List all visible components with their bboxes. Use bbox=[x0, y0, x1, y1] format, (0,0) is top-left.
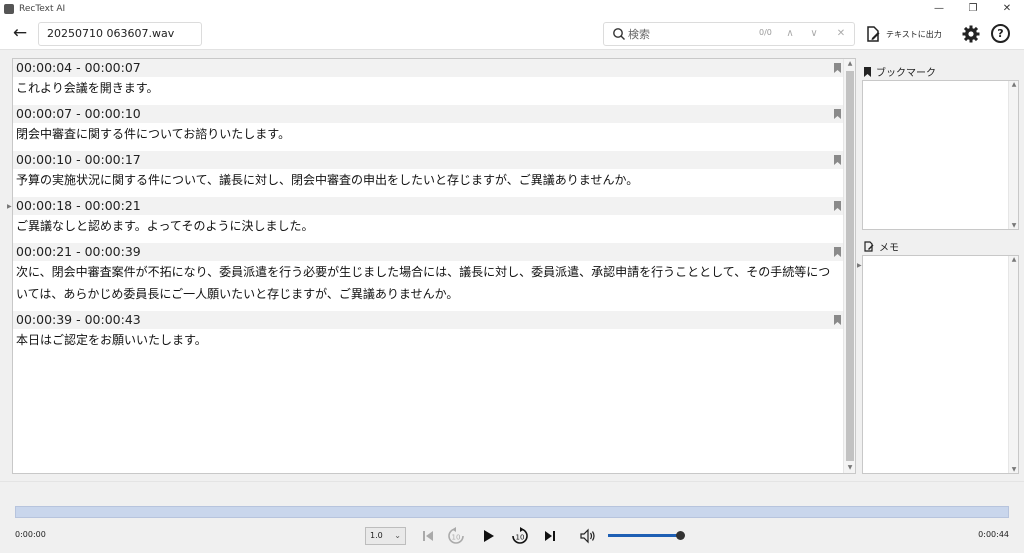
memo-row-marker-icon: ▶ bbox=[857, 262, 862, 269]
close-window-button[interactable]: ✕ bbox=[990, 0, 1024, 17]
window-controls: — ❐ ✕ bbox=[922, 0, 1024, 17]
segment-text[interactable]: これより会議を開きます。 bbox=[13, 77, 843, 99]
bookmark-list[interactable]: ▲ ▼ bbox=[862, 80, 1019, 230]
forward-10-icon[interactable]: 10 bbox=[510, 526, 530, 546]
playback-speed-value: 1.0 bbox=[370, 531, 383, 540]
bookmark-icon[interactable] bbox=[834, 247, 841, 257]
segment-text[interactable]: 本日はご認定をお願いいたします。 bbox=[13, 329, 843, 351]
skip-previous-icon[interactable] bbox=[418, 526, 438, 546]
app-logo-icon bbox=[4, 3, 14, 14]
segment-header: 00:00:18 - 00:00:21 bbox=[13, 197, 843, 215]
help-icon[interactable]: ? bbox=[991, 24, 1010, 43]
memo-panel-title: メモ bbox=[864, 239, 899, 254]
search-clear-button[interactable]: ✕ bbox=[833, 26, 849, 42]
search-prev-button[interactable]: ∧ bbox=[782, 26, 798, 42]
current-row-marker-icon: ▶ bbox=[7, 203, 12, 210]
segment-time: 00:00:18 - 00:00:21 bbox=[16, 198, 141, 213]
segment-header: 00:00:39 - 00:00:43 bbox=[13, 311, 843, 329]
minimize-button[interactable]: — bbox=[922, 0, 956, 17]
bookmark-scrollbar[interactable]: ▲ ▼ bbox=[1008, 81, 1018, 229]
memo-textarea[interactable]: ▲ ▼ bbox=[862, 255, 1019, 474]
scroll-up-arrow-icon[interactable]: ▲ bbox=[1009, 256, 1019, 263]
scroll-down-arrow-icon[interactable]: ▼ bbox=[844, 463, 855, 473]
transcript-scrollbar[interactable]: ▲ ▼ bbox=[843, 59, 855, 473]
bookmark-icon bbox=[864, 66, 871, 77]
audio-player: 0:00:00 0:00:44 1.0 ⌄ 10 10 bbox=[0, 481, 1024, 553]
segment-text[interactable]: 予算の実施状況に関する件について、議長に対し、閉会中審査の申出をしたいと存じます… bbox=[13, 169, 843, 191]
current-time: 0:00:00 bbox=[15, 530, 46, 539]
segment-header: 00:00:21 - 00:00:39 bbox=[13, 243, 843, 261]
bookmark-icon[interactable] bbox=[834, 63, 841, 73]
gear-icon[interactable] bbox=[962, 25, 980, 43]
scroll-down-arrow-icon[interactable]: ▼ bbox=[1009, 222, 1019, 229]
segment-text[interactable]: ご異議なしと認めます。よってそのように決しました。 bbox=[13, 215, 843, 237]
transcript-segment[interactable]: 00:00:04 - 00:00:07 これより会議を開きます。 bbox=[13, 59, 843, 99]
segment-time: 00:00:04 - 00:00:07 bbox=[16, 60, 141, 75]
restore-button[interactable]: ❐ bbox=[956, 0, 990, 17]
segment-time: 00:00:39 - 00:00:43 bbox=[16, 312, 141, 327]
scroll-up-arrow-icon[interactable]: ▲ bbox=[844, 59, 855, 69]
transcript-segment[interactable]: 00:00:18 - 00:00:21 ご異議なしと認めます。よってそのように決… bbox=[13, 197, 843, 237]
segment-header: 00:00:04 - 00:00:07 bbox=[13, 59, 843, 77]
skip-next-icon[interactable] bbox=[540, 526, 560, 546]
transcript-segment[interactable]: 00:00:10 - 00:00:17 予算の実施状況に関する件について、議長に… bbox=[13, 151, 843, 191]
segment-header: 00:00:10 - 00:00:17 bbox=[13, 151, 843, 169]
bookmark-icon[interactable] bbox=[834, 155, 841, 165]
segment-time: 00:00:10 - 00:00:17 bbox=[16, 152, 141, 167]
title-bar: RecText AI — ❐ ✕ bbox=[0, 0, 1024, 17]
transcript-segment[interactable]: 00:00:21 - 00:00:39 次に、閉会中審査案件が不拓になり、委員派… bbox=[13, 243, 843, 305]
segment-time: 00:00:07 - 00:00:10 bbox=[16, 106, 141, 121]
chevron-down-icon: ⌄ bbox=[394, 531, 401, 540]
scroll-down-arrow-icon[interactable]: ▼ bbox=[1009, 466, 1019, 473]
transcript-segment[interactable]: 00:00:39 - 00:00:43 本日はご認定をお願いいたします。 bbox=[13, 311, 843, 351]
play-icon[interactable] bbox=[478, 526, 498, 546]
memo-edit-icon bbox=[864, 241, 874, 252]
back-arrow-button[interactable]: ← bbox=[10, 23, 30, 43]
total-time: 0:00:44 bbox=[978, 530, 1009, 539]
bookmark-panel-label: ブックマーク bbox=[876, 68, 936, 79]
scroll-up-arrow-icon[interactable]: ▲ bbox=[1009, 81, 1019, 88]
search-match-count: 0/0 bbox=[759, 28, 772, 37]
transcript-segment[interactable]: 00:00:07 - 00:00:10 閉会中審査に関する件についてお諮りいたし… bbox=[13, 105, 843, 145]
memo-panel-label: メモ bbox=[879, 243, 899, 254]
search-next-button[interactable]: ∨ bbox=[806, 26, 822, 42]
segment-header: 00:00:07 - 00:00:10 bbox=[13, 105, 843, 123]
search-input[interactable] bbox=[628, 25, 748, 43]
toolbar: ← 20250710 063607.wav 0/0 ∧ ∨ ✕ テキストに出力 bbox=[0, 17, 1024, 50]
window-title: RecText AI bbox=[19, 3, 66, 14]
volume-icon[interactable] bbox=[578, 526, 598, 546]
memo-scrollbar[interactable]: ▲ ▼ bbox=[1008, 256, 1018, 473]
export-text-label: テキストに出力 bbox=[886, 29, 942, 39]
bookmark-icon[interactable] bbox=[834, 109, 841, 119]
bookmark-panel-title: ブックマーク bbox=[864, 64, 936, 79]
search-icon bbox=[613, 28, 625, 40]
volume-slider-handle[interactable] bbox=[676, 531, 685, 540]
segment-text[interactable]: 次に、閉会中審査案件が不拓になり、委員派遣を行う必要が生じました場合には、議長に… bbox=[13, 261, 843, 305]
scroll-thumb[interactable] bbox=[846, 71, 854, 461]
transcript-panel: 00:00:04 - 00:00:07 これより会議を開きます。 00:00:0… bbox=[12, 58, 856, 474]
segment-time: 00:00:21 - 00:00:39 bbox=[16, 244, 141, 259]
seek-bar[interactable] bbox=[15, 506, 1009, 518]
segment-text[interactable]: 閉会中審査に関する件についてお諮りいたします。 bbox=[13, 123, 843, 145]
playback-speed-select[interactable]: 1.0 ⌄ bbox=[365, 527, 406, 545]
search-box: 0/0 ∧ ∨ ✕ bbox=[603, 22, 855, 46]
rewind-10-icon[interactable]: 10 bbox=[446, 526, 466, 546]
volume-slider-track[interactable] bbox=[608, 534, 680, 537]
export-document-icon bbox=[867, 26, 880, 42]
bookmark-icon[interactable] bbox=[834, 201, 841, 211]
bookmark-icon[interactable] bbox=[834, 315, 841, 325]
file-name-field[interactable]: 20250710 063607.wav bbox=[38, 22, 202, 46]
export-text-button[interactable]: テキストに出力 bbox=[866, 24, 942, 44]
svg-text:10: 10 bbox=[452, 534, 461, 542]
svg-text:10: 10 bbox=[516, 534, 525, 542]
